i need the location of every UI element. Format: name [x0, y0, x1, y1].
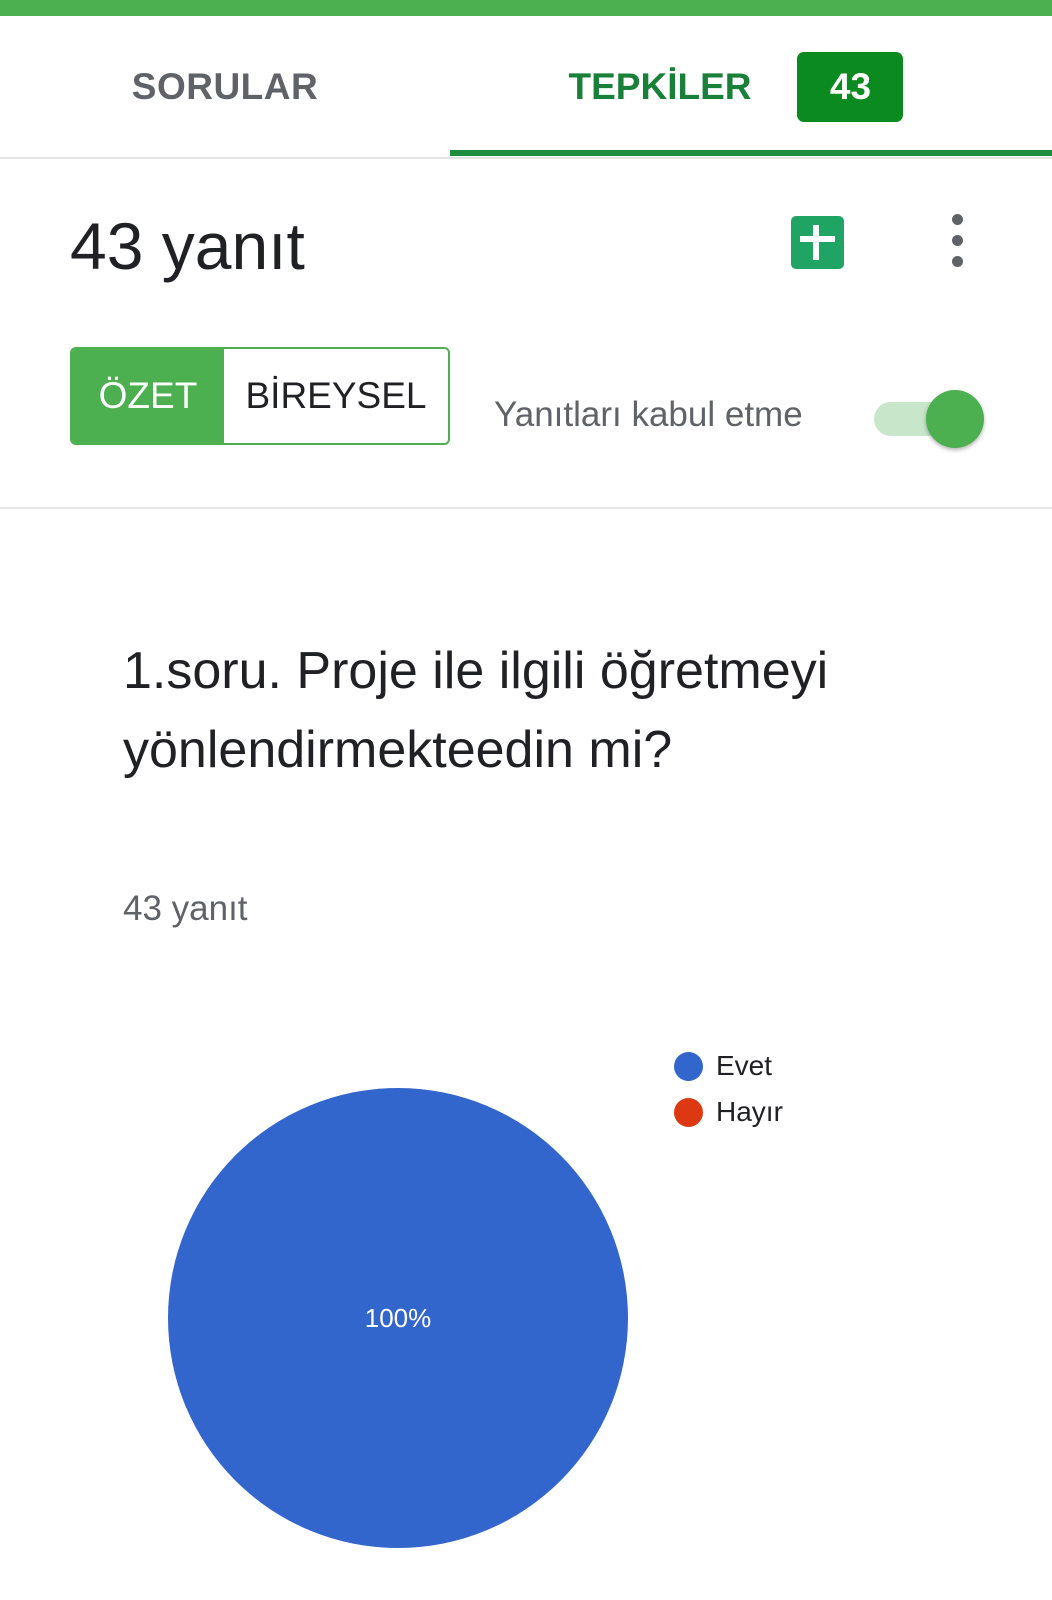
section-divider [0, 507, 1052, 509]
question-response-count: 43 yanıt [123, 889, 248, 928]
tab-questions[interactable]: SORULAR [0, 16, 450, 158]
individual-view-button[interactable]: BİREYSEL [224, 349, 448, 443]
sheets-icon[interactable] [791, 216, 844, 269]
top-accent-strip [0, 0, 1052, 16]
question-title: 1.soru. Proje ile ilgili öğretmeyi yönle… [123, 642, 829, 779]
pie-slice-evet-label: 100% [365, 1303, 432, 1333]
tabs-divider [0, 157, 1052, 159]
legend-label-evet: Evet [716, 1050, 773, 1081]
active-tab-indicator [450, 150, 1052, 156]
tab-responses-label: TEPKİLER [568, 66, 752, 107]
legend-dot-hay-r [674, 1097, 703, 1127]
legend-dot-evet [674, 1051, 703, 1081]
more-options-icon[interactable] [938, 212, 978, 272]
view-toggle: ÖZET BİREYSEL [70, 347, 450, 445]
toggle-knob [926, 390, 984, 448]
tab-responses[interactable]: TEPKİLER 43 [450, 16, 1052, 158]
legend-item-evet: Evet [674, 1050, 772, 1082]
accepting-responses-label: Yanıtları kabul etme [494, 395, 803, 434]
legend-item-hay-r: Hayır [674, 1096, 783, 1128]
pie-chart: 100% [168, 1088, 628, 1548]
tab-bar: SORULAR TEPKİLER 43 [0, 16, 1052, 158]
legend-label-hay-r: Hayır [716, 1096, 783, 1127]
accepting-responses-toggle[interactable] [874, 390, 984, 448]
responses-count-badge: 43 [797, 52, 904, 122]
summary-view-button[interactable]: ÖZET [72, 349, 224, 443]
responses-title: 43 yanıt [70, 209, 305, 283]
